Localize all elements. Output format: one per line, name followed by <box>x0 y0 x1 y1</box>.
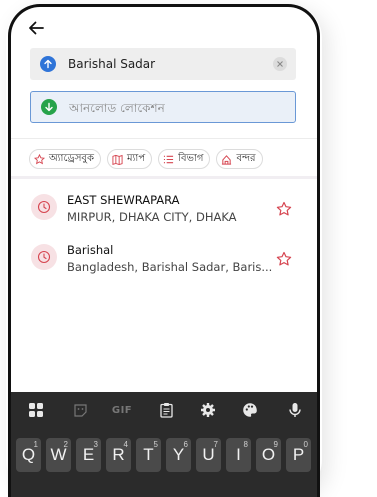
key-number: 4 <box>123 440 128 449</box>
key-label: E <box>82 445 95 464</box>
key-number: 5 <box>153 440 158 449</box>
recent-location-item[interactable]: Barishal Bangladesh, Barishal Sadar, Bar… <box>11 236 317 284</box>
arrow-down-icon <box>41 99 57 115</box>
star-icon[interactable] <box>276 251 292 267</box>
shortcut-chips: অ্যাড্রেসবুক ম্যাপ বিভাগ বন্দর <box>29 149 263 169</box>
close-icon <box>277 61 283 67</box>
chip-addressbook[interactable]: অ্যাড্রেসবুক <box>29 149 101 169</box>
clock-icon <box>31 244 57 270</box>
keyboard-toolbar: GIF <box>11 392 317 428</box>
key-p[interactable]: P0 <box>286 438 311 472</box>
port-icon <box>222 154 232 165</box>
palette-icon[interactable] <box>241 401 259 419</box>
key-label: P <box>292 445 305 464</box>
key-r[interactable]: R4 <box>106 438 131 472</box>
key-u[interactable]: U7 <box>196 438 221 472</box>
chip-division[interactable]: বিভাগ <box>158 149 211 169</box>
key-q[interactable]: Q1 <box>16 438 41 472</box>
key-y[interactable]: Y6 <box>166 438 191 472</box>
recent-location-subtitle: Bangladesh, Barishal Sadar, Baris... <box>67 260 273 274</box>
map-icon <box>112 154 123 165</box>
chip-port[interactable]: বন্দর <box>216 149 263 169</box>
chip-label: বন্দর <box>236 152 256 164</box>
apps-icon[interactable] <box>27 401 45 419</box>
clock-icon <box>31 194 57 220</box>
phone-frame: অ্যাড্রেসবুক ম্যাপ বিভাগ বন্দর EAST SHEW… <box>8 4 320 497</box>
recent-location-title: Barishal <box>67 243 114 257</box>
sticker-icon[interactable] <box>71 401 89 419</box>
pickup-location-field[interactable] <box>30 48 296 80</box>
key-number: 7 <box>213 440 218 449</box>
key-t[interactable]: T5 <box>136 438 161 472</box>
clear-button[interactable] <box>273 57 287 71</box>
gif-button[interactable]: GIF <box>111 401 133 419</box>
list-icon <box>164 155 174 163</box>
chip-label: অ্যাড্রেসবুক <box>49 152 94 164</box>
divider <box>11 138 317 139</box>
arrow-up-icon <box>40 56 56 72</box>
key-label: I <box>236 445 241 464</box>
gif-label: GIF <box>111 404 133 416</box>
key-o[interactable]: O9 <box>256 438 281 472</box>
star-icon <box>34 153 45 164</box>
chip-label: ম্যাপ <box>126 152 146 164</box>
chip-label: বিভাগ <box>178 152 204 164</box>
recent-location-title: EAST SHEWRAPARA <box>67 193 180 207</box>
chip-map[interactable]: ম্যাপ <box>106 149 153 169</box>
recent-location-item[interactable]: EAST SHEWRAPARA MIRPUR, DHAKA CITY, DHAK… <box>11 186 317 234</box>
arrow-left-icon <box>29 21 44 35</box>
key-number: 2 <box>63 440 68 449</box>
unload-location-input[interactable] <box>67 92 271 124</box>
on-screen-keyboard: GIF Q1 W2 E3 R4 T5 Y6 U7 I 8 O 9 P 0 <box>11 392 317 497</box>
key-i[interactable]: I8 <box>226 438 251 472</box>
key-label: T <box>143 445 154 464</box>
key-number: 3 <box>93 440 98 449</box>
key-w[interactable]: W2 <box>46 438 71 472</box>
settings-icon[interactable] <box>199 401 217 419</box>
clipboard-icon[interactable] <box>157 401 175 419</box>
section-separator <box>11 176 317 179</box>
back-button[interactable] <box>25 17 47 39</box>
unload-location-field[interactable] <box>30 91 296 124</box>
screen: অ্যাড্রেসবুক ম্যাপ বিভাগ বন্দর EAST SHEW… <box>11 7 317 497</box>
key-number: 6 <box>183 440 188 449</box>
recent-location-subtitle: MIRPUR, DHAKA CITY, DHAKA <box>67 210 237 224</box>
key-number: 9 <box>273 440 278 449</box>
pickup-location-input[interactable] <box>66 48 270 80</box>
key-number: 0 <box>303 440 308 449</box>
key-label: Y <box>172 445 185 464</box>
key-e[interactable]: E3 <box>76 438 101 472</box>
key-number: 1 <box>33 440 38 449</box>
star-icon[interactable] <box>276 201 292 217</box>
mic-icon[interactable] <box>286 401 304 419</box>
key-number: 8 <box>243 440 248 449</box>
